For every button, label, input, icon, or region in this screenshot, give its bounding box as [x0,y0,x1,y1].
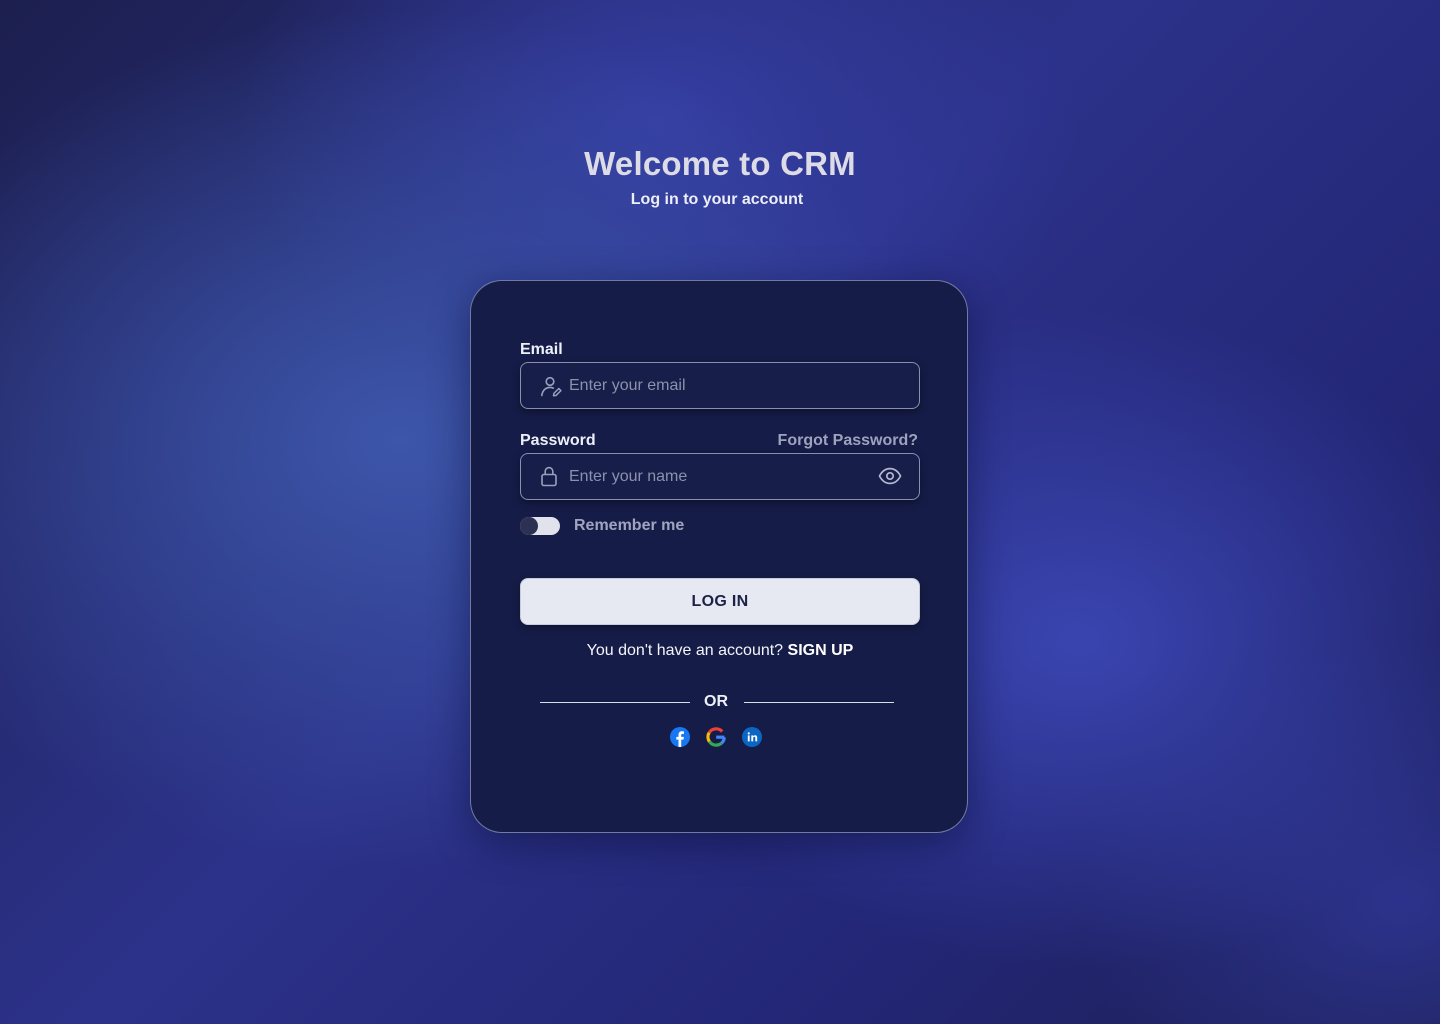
google-icon [706,727,726,747]
toggle-knob [520,517,538,535]
email-input[interactable] [569,363,869,408]
facebook-login-button[interactable] [670,727,690,747]
page-header: Welcome to CRM Log in to your account [0,144,1440,210]
user-edit-icon [541,376,562,397]
remember-me-toggle[interactable] [520,517,560,535]
email-field[interactable] [520,362,920,409]
linkedin-login-button[interactable] [742,727,762,747]
signup-prompt-text: You don't have an account? [586,642,784,659]
divider-right [744,702,894,703]
divider-left [540,702,690,703]
remember-me-label: Remember me [574,517,685,534]
eye-icon[interactable] [878,465,902,487]
signup-link[interactable]: SIGN UP [788,642,854,659]
divider-label: OR [704,693,728,710]
login-button[interactable]: LOG IN [520,578,920,625]
forgot-password-link[interactable]: Forgot Password? [778,431,918,451]
email-label: Email [520,341,563,358]
password-label: Password [520,432,596,449]
facebook-icon [670,727,690,747]
signup-prompt: You don't have an account? SIGN UP [471,641,969,661]
page-title: Welcome to CRM [584,145,856,182]
password-input[interactable] [569,454,869,499]
lock-icon [541,466,557,487]
google-login-button[interactable] [706,727,726,747]
password-field[interactable] [520,453,920,500]
login-card: Email Password Forgot Password? Remember… [470,280,968,833]
linkedin-icon [742,727,762,747]
page-subtitle: Log in to your account [630,191,804,208]
